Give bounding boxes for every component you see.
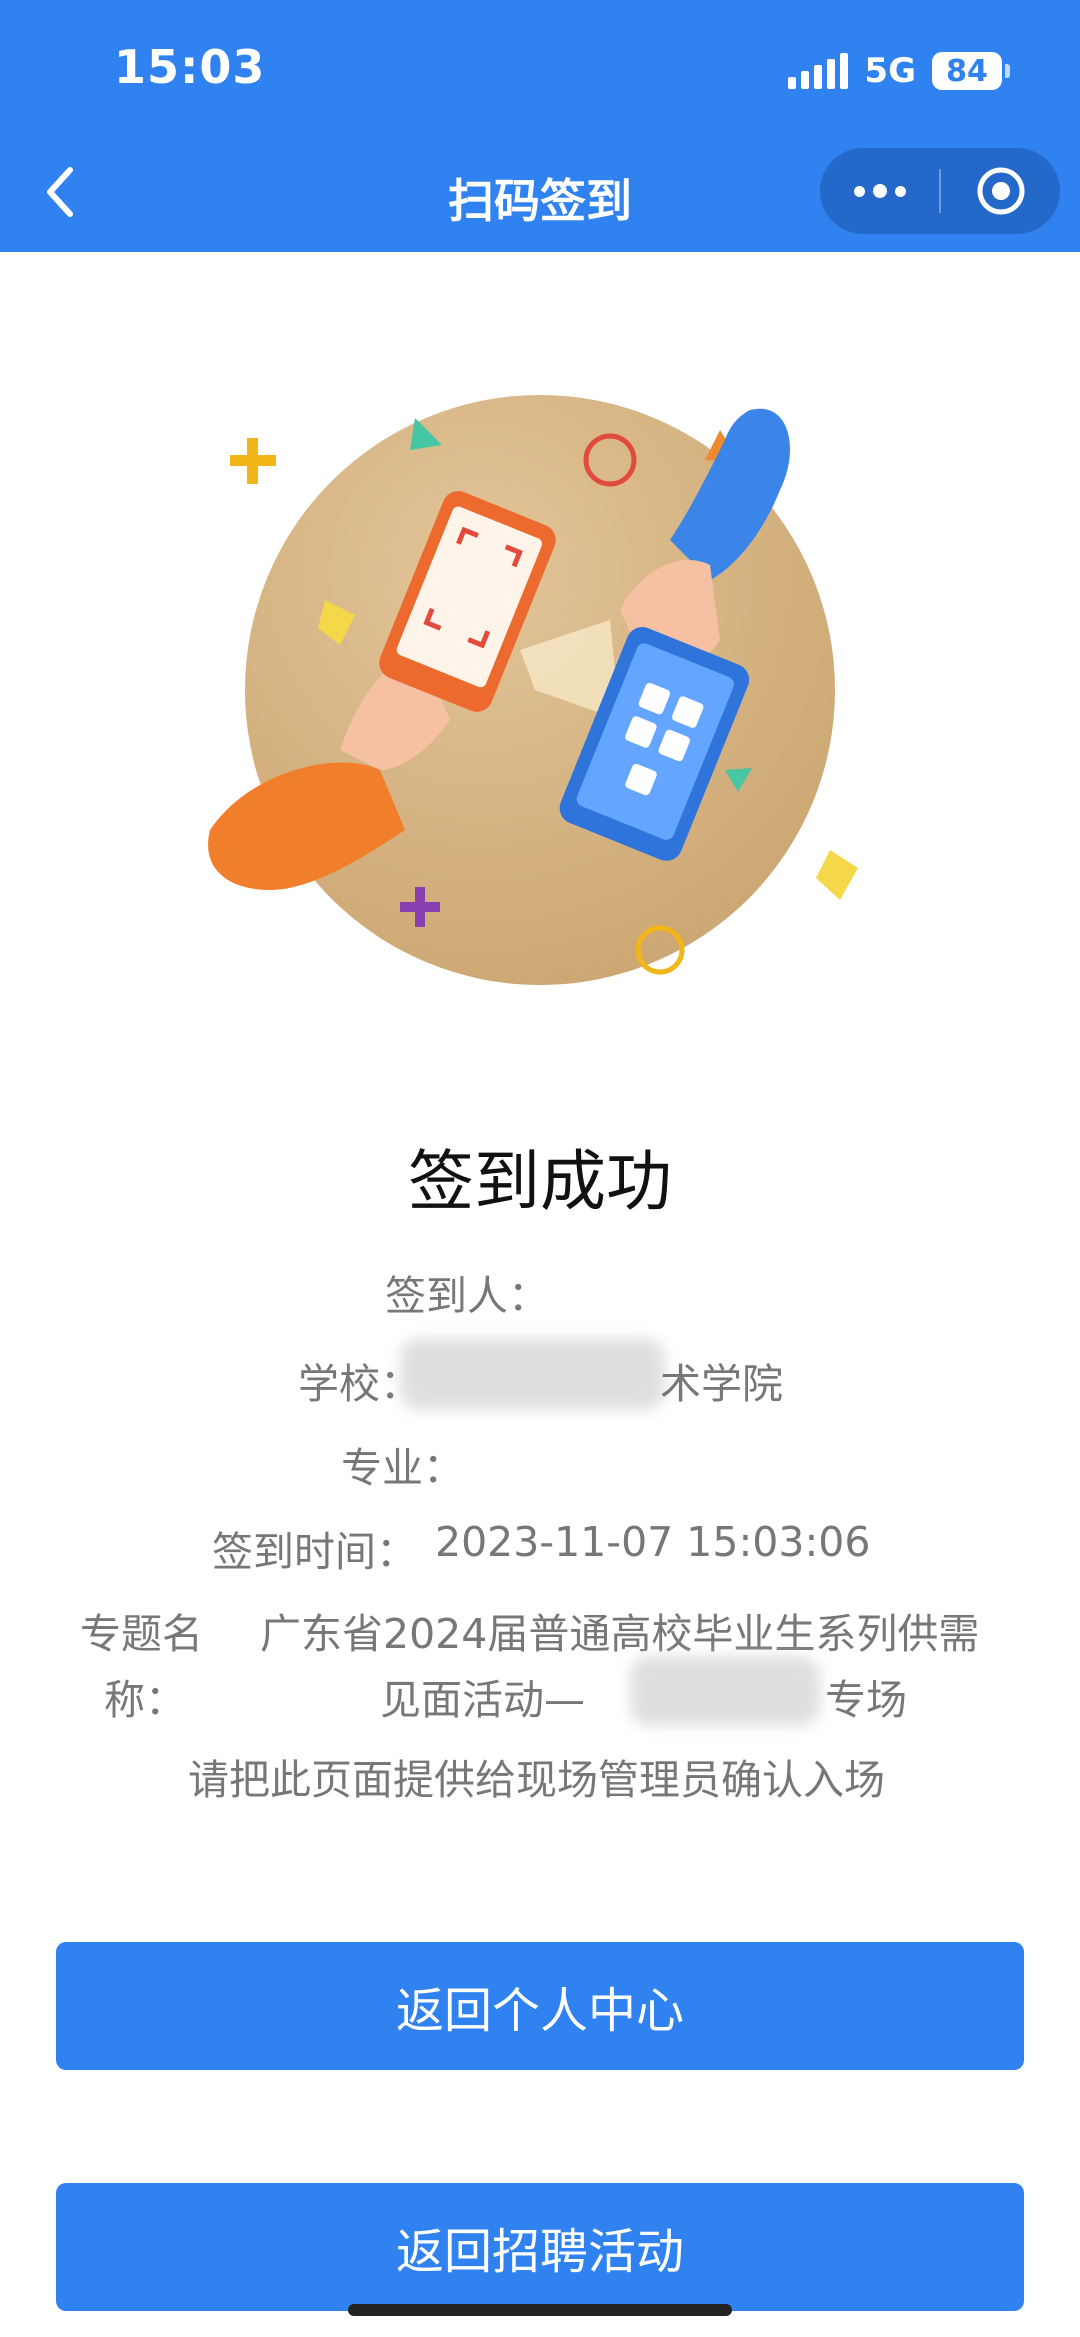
major-label: 专业： (341, 1444, 464, 1492)
status-icons: 5G 84 (788, 46, 1010, 96)
decor-plus-yellow (230, 438, 276, 484)
topic-value-line2-suffix: 专场 (825, 1676, 907, 1724)
instruction-note: 请把此页面提供给现场管理员确认入场 (188, 1756, 885, 1804)
battery-icon: 84 (932, 52, 1010, 90)
status-time: 15:03 (114, 40, 266, 94)
mini-program-capsule (820, 148, 1060, 234)
topic-value-line1: 广东省2024届普通高校毕业生系列供需 (260, 1610, 980, 1658)
signer-label: 签到人： (385, 1272, 549, 1320)
battery-level: 84 (946, 53, 988, 89)
close-target-icon[interactable] (941, 148, 1060, 234)
signal-icon (788, 53, 849, 89)
header-bar: 15:03 5G 84 扫码签到 (0, 0, 1080, 252)
return-personal-center-button[interactable]: 返回个人中心 (56, 1942, 1024, 2070)
time-value: 2023-11-07 15:03:06 (435, 1518, 871, 1566)
more-icon[interactable] (820, 148, 939, 234)
success-title: 签到成功 (408, 1143, 672, 1220)
redacted-topic (630, 1656, 820, 1726)
topic-label-line1: 专题名 (80, 1610, 203, 1658)
school-value-suffix: 术学院 (660, 1360, 783, 1408)
home-indicator (348, 2304, 732, 2316)
return-recruit-activity-button[interactable]: 返回招聘活动 (56, 2183, 1024, 2311)
time-label: 签到时间： (212, 1528, 417, 1576)
redacted-school (400, 1338, 665, 1410)
scan-illustration (208, 395, 858, 985)
network-type: 5G (864, 51, 916, 91)
topic-value-line2-prefix: 见面活动— (380, 1676, 585, 1724)
topic-label-line2: 称： (104, 1676, 186, 1724)
